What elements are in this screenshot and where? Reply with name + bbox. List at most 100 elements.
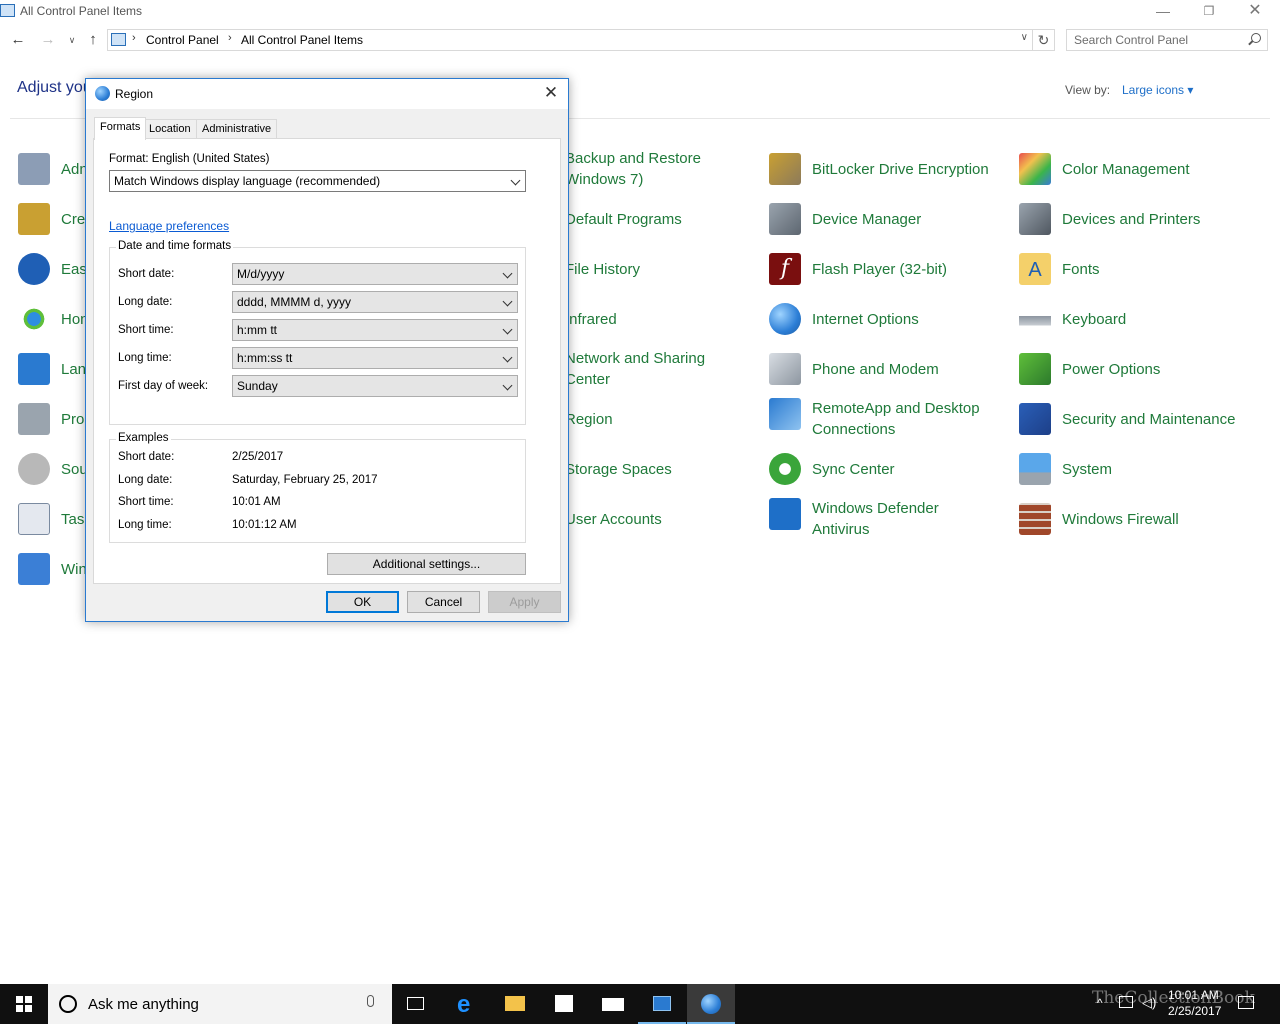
microphone-icon[interactable] [367, 995, 374, 1007]
tab-location[interactable]: Location [143, 119, 197, 139]
cp-item-label: Fonts [1062, 261, 1100, 278]
language-preferences-link[interactable]: Language preferences [109, 219, 229, 233]
cp-item-label: Flash Player (32-bit) [812, 261, 948, 278]
search-placeholder: Search Control Panel [1074, 33, 1189, 47]
taskbar-icon [18, 503, 50, 535]
tab-administrative[interactable]: Administrative [196, 119, 278, 139]
search-input[interactable]: Search Control Panel [1066, 29, 1268, 51]
cp-item-label: Region [565, 411, 613, 428]
example-value: Saturday, February 25, 2017 [232, 474, 378, 486]
short-date-dropdown[interactable]: M/d/yyyy [232, 263, 518, 285]
cp-item[interactable]: Devices and Printers [1019, 203, 1264, 249]
edge-icon: e [457, 991, 471, 1018]
format-dropdown[interactable]: Match Windows display language (recommen… [109, 170, 526, 192]
store-button[interactable] [540, 984, 588, 1024]
up-button[interactable]: ↑ [83, 29, 103, 51]
mail-button[interactable] [589, 984, 637, 1024]
formats-panel: Format: English (United States) Match Wi… [93, 138, 561, 584]
firewall-icon [1019, 503, 1051, 535]
recent-locations-button[interactable]: ∨ [62, 29, 82, 51]
dialog-close-button[interactable]: ✕ [538, 82, 564, 106]
windows-to-go-icon [18, 553, 50, 585]
refresh-button[interactable]: ↻ [1033, 29, 1055, 51]
additional-settings-button[interactable]: Additional settings... [327, 553, 526, 575]
cp-item[interactable]: Color Management [1019, 153, 1264, 199]
dialog-title: Region [115, 87, 154, 101]
cp-item[interactable]: Internet Options [769, 303, 1014, 349]
action-center-icon[interactable] [1238, 996, 1254, 1009]
long-date-value: dddd, MMMM d, yyyy [237, 295, 352, 309]
breadcrumb-control-panel[interactable]: Control Panel [146, 33, 219, 47]
apply-button[interactable]: Apply [488, 591, 561, 613]
power-options-icon [1019, 353, 1051, 385]
cortana-search-box[interactable]: Ask me anything [48, 984, 392, 1024]
first-day-dropdown[interactable]: Sunday [232, 375, 518, 397]
cp-item[interactable]: Keyboard [1019, 303, 1264, 349]
cp-item[interactable]: RemoteApp and Desktop Connections [769, 398, 1014, 444]
network-icon[interactable] [1119, 996, 1133, 1008]
example-value: 10:01 AM [232, 496, 281, 508]
cp-item[interactable]: BitLocker Drive Encryption [769, 153, 1014, 199]
cp-item[interactable]: Power Options [1019, 353, 1264, 399]
address-bar[interactable]: › Control Panel › All Control Panel Item… [107, 29, 1033, 51]
tray-chevron-icon[interactable]: ^ [1097, 996, 1103, 1010]
cp-item-label: Color Management [1062, 161, 1190, 178]
cp-item-label: File History [565, 261, 641, 278]
restore-button[interactable]: ❐ [1186, 0, 1232, 24]
remoteapp-icon [769, 398, 801, 430]
cp-item[interactable]: Sync Center [769, 453, 1014, 499]
cp-item[interactable]: f Flash Player (32-bit) [769, 253, 1014, 299]
task-view-button[interactable] [392, 984, 440, 1024]
breadcrumb-separator[interactable]: › [228, 32, 232, 44]
view-by-label: View by: [1065, 83, 1111, 97]
cp-item[interactable]: A Fonts [1019, 253, 1264, 299]
chevron-down-icon [502, 296, 513, 307]
clock-date[interactable]: 2/25/2017 [1168, 1004, 1221, 1018]
forward-button[interactable]: → [38, 29, 58, 51]
short-time-dropdown[interactable]: h:mm tt [232, 319, 518, 341]
close-window-button[interactable]: ✕ [1232, 0, 1278, 24]
control-panel-taskbar-button[interactable] [638, 984, 686, 1024]
cp-item[interactable]: Security and Maintenance [1019, 403, 1264, 449]
ok-button[interactable]: OK [326, 591, 399, 613]
clock-time[interactable]: 10:01 AM [1168, 988, 1219, 1002]
cp-item[interactable]: Device Manager [769, 203, 1014, 249]
date-time-formats-group: Date and time formats Short date: M/d/yy… [109, 240, 526, 425]
search-icon [1251, 33, 1261, 43]
tab-formats[interactable]: Formats [94, 117, 147, 140]
homegroup-icon [18, 303, 50, 335]
breadcrumb-separator[interactable]: › [132, 32, 136, 44]
back-button[interactable]: ← [8, 29, 28, 51]
short-time-label: Short time: [118, 324, 174, 336]
long-time-dropdown[interactable]: h:mm:ss tt [232, 347, 518, 369]
example-label: Short date: [118, 451, 175, 463]
store-icon [555, 995, 573, 1012]
cp-item[interactable]: Windows Firewall [1019, 503, 1264, 549]
short-date-value: M/d/yyyy [237, 267, 285, 281]
group-title: Date and time formats [116, 240, 234, 252]
examples-group: Examples Short date: 2/25/2017 Long date… [109, 432, 526, 543]
edge-button[interactable]: e [443, 984, 491, 1024]
file-explorer-button[interactable] [491, 984, 539, 1024]
long-date-dropdown[interactable]: dddd, MMMM d, yyyy [232, 291, 518, 313]
credential-manager-icon [18, 203, 50, 235]
address-dropdown-icon[interactable]: ∨ [1021, 32, 1028, 43]
start-button[interactable] [0, 984, 48, 1024]
cp-item[interactable]: Windows Defender Antivirus [769, 498, 1014, 544]
breadcrumb-all-items[interactable]: All Control Panel Items [241, 33, 363, 47]
cancel-button[interactable]: Cancel [407, 591, 480, 613]
view-by-dropdown[interactable]: Large icons [1122, 83, 1193, 97]
minimize-button[interactable]: — [1140, 0, 1186, 24]
volume-icon[interactable]: ◁) [1142, 995, 1156, 1011]
device-manager-icon [769, 203, 801, 235]
ease-of-access-icon [18, 253, 50, 285]
cp-item-label: BitLocker Drive Encryption [812, 161, 989, 178]
phone-modem-icon [769, 353, 801, 385]
long-time-value: h:mm:ss tt [237, 351, 293, 365]
cp-item[interactable]: Phone and Modem [769, 353, 1014, 399]
chevron-down-icon [510, 175, 521, 186]
cp-item-label: Power Options [1062, 361, 1161, 378]
cp-item[interactable]: System [1019, 453, 1264, 499]
example-label: Long time: [118, 519, 172, 531]
region-taskbar-button[interactable] [687, 984, 735, 1024]
